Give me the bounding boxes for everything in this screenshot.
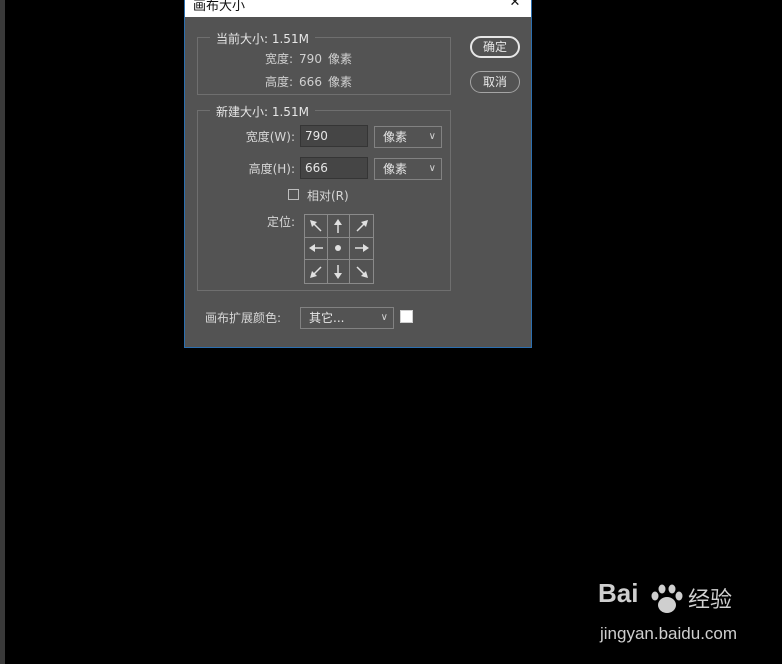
dialog-title: 画布大小 — [193, 0, 246, 14]
width-unit-value: 像素 — [383, 130, 408, 144]
ok-button[interactable]: 确定 — [470, 36, 520, 58]
anchor-bottom-right[interactable] — [350, 260, 373, 283]
height-input[interactable]: 666 — [300, 157, 368, 179]
arrow-left-icon — [308, 244, 323, 253]
watermark-suffix: 经验 — [688, 588, 733, 613]
relative-label: 相对(R) — [307, 189, 349, 203]
anchor-top-right[interactable] — [350, 215, 373, 238]
current-height-label: 高度: — [265, 75, 294, 89]
arrow-up-icon — [334, 218, 343, 233]
current-width-unit: 像素 — [327, 52, 352, 66]
arrow-right-icon — [354, 244, 369, 253]
cancel-button[interactable]: 取消 — [470, 71, 520, 93]
new-width-label: 宽度(W): — [245, 130, 295, 144]
arrow-down-right-icon — [356, 266, 368, 278]
chevron-down-icon: ∨ — [380, 312, 388, 323]
width-input[interactable]: 790 — [300, 125, 368, 147]
current-size-legend: 当前大小: 1.51M — [210, 30, 315, 47]
current-width-label: 宽度: — [265, 52, 294, 66]
paw-icon — [651, 584, 683, 613]
chevron-down-icon: ∨ — [428, 131, 436, 142]
anchor-top[interactable] — [327, 215, 351, 238]
anchor-bottom[interactable] — [328, 260, 351, 283]
height-unit-value: 像素 — [383, 162, 408, 176]
anchor-bottom-left[interactable] — [305, 260, 328, 283]
close-icon[interactable]: ✕ — [509, 0, 521, 9]
canvas-size-dialog: 画布大小 ✕ 当前大小: 1.51M 宽度: 790 像素 高度: 666 像素 确定 … — [184, 0, 532, 348]
anchor-top-left[interactable] — [305, 215, 328, 238]
arrow-down-left-icon — [309, 266, 322, 278]
chevron-down-icon: ∨ — [428, 163, 436, 174]
baidu-jingyan-watermark: Bai 经验 jingyan.baidu.com — [598, 578, 768, 648]
anchor-right[interactable] — [350, 238, 373, 261]
dialog-titlebar[interactable]: 画布大小 ✕ — [185, 0, 531, 17]
current-width-row: 宽度: 790 像素 — [265, 50, 352, 67]
arrow-up-left-icon — [309, 219, 322, 232]
canvas-extension-value: 其它... — [309, 311, 345, 325]
center-dot-icon — [335, 245, 342, 252]
anchor-left[interactable] — [305, 237, 328, 261]
current-size-group: 当前大小: 1.51M 宽度: 790 像素 高度: 666 像素 — [197, 30, 451, 95]
canvas-extension-label: 画布扩展颜色: — [205, 311, 282, 325]
canvas-extension-select[interactable]: 其它... ∨ — [300, 307, 394, 329]
new-size-legend: 新建大小: 1.51M — [210, 103, 315, 120]
color-swatch[interactable] — [400, 310, 413, 323]
arrow-down-icon — [334, 264, 343, 279]
current-height-unit: 像素 — [327, 75, 352, 89]
watermark-url: jingyan.baidu.com — [600, 624, 738, 643]
canvas-edge — [0, 0, 5, 664]
anchor-grid — [304, 214, 374, 284]
new-height-label: 高度(H): — [248, 162, 295, 176]
current-height-row: 高度: 666 像素 — [265, 73, 352, 90]
current-height-value: 666 — [299, 75, 322, 89]
watermark-brand: Bai — [598, 578, 639, 608]
height-unit-select[interactable]: 像素 ∨ — [374, 158, 442, 180]
anchor-center[interactable] — [327, 237, 351, 261]
current-width-value: 790 — [299, 52, 322, 66]
arrow-up-right-icon — [356, 219, 368, 232]
anchor-label: 定位: — [266, 215, 295, 229]
relative-checkbox[interactable] — [288, 189, 299, 200]
width-unit-select[interactable]: 像素 ∨ — [374, 126, 442, 148]
